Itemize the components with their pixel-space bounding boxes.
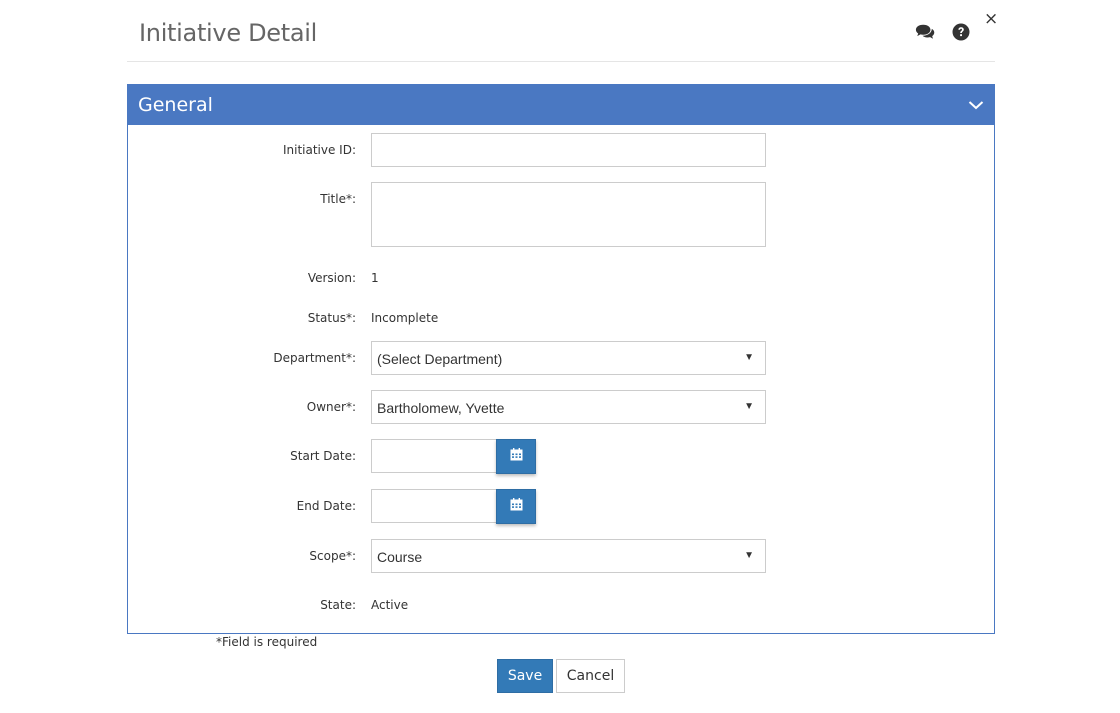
end-date-picker-button[interactable]: [496, 489, 536, 524]
end-date-input[interactable]: [371, 489, 497, 523]
department-selected: (Select Department): [377, 351, 503, 367]
owner-label: Owner*:: [306, 400, 356, 414]
end-date-label: End Date:: [296, 499, 356, 513]
caret-down-icon: ▼: [744, 550, 754, 561]
owner-select[interactable]: Bartholomew, Yvette ▼: [371, 390, 766, 424]
state-label: State:: [320, 598, 356, 612]
panel-header[interactable]: General: [128, 85, 994, 125]
version-label: Version:: [307, 271, 356, 285]
state-value: Active: [371, 598, 409, 612]
chevron-down-icon[interactable]: [968, 98, 984, 112]
cancel-button[interactable]: Cancel: [556, 659, 625, 693]
caret-down-icon: ▼: [744, 352, 754, 363]
header-divider: [127, 61, 995, 62]
start-date-label: Start Date:: [290, 449, 356, 463]
start-date-picker-button[interactable]: [496, 439, 536, 474]
modal-title: Initiative Detail: [139, 19, 318, 47]
general-panel: General Initiative ID: Title*: Version: …: [127, 84, 995, 634]
header-actions: [915, 22, 971, 42]
title-textarea[interactable]: [371, 182, 766, 247]
calendar-icon: [510, 497, 523, 516]
calendar-icon: [510, 447, 523, 466]
scope-label: Scope*:: [309, 549, 356, 563]
required-note: *Field is required: [216, 635, 318, 649]
status-value: Incomplete: [371, 311, 439, 325]
initiative-id-label: Initiative ID:: [282, 143, 356, 157]
version-value: 1: [371, 271, 379, 285]
scope-selected: Course: [377, 549, 423, 565]
initiative-id-input[interactable]: [371, 133, 766, 167]
department-select[interactable]: (Select Department) ▼: [371, 341, 766, 375]
status-label: Status*:: [307, 311, 356, 325]
title-label: Title*:: [320, 192, 356, 206]
question-circle-icon[interactable]: [951, 22, 971, 42]
save-button[interactable]: Save: [497, 659, 553, 693]
comments-icon[interactable]: [915, 22, 935, 42]
panel-title: General: [138, 94, 213, 116]
start-date-input[interactable]: [371, 439, 497, 473]
close-icon[interactable]: ×: [984, 10, 998, 28]
department-label: Department*:: [273, 351, 356, 365]
caret-down-icon: ▼: [744, 401, 754, 412]
scope-select[interactable]: Course ▼: [371, 539, 766, 573]
owner-selected: Bartholomew, Yvette: [377, 400, 505, 416]
